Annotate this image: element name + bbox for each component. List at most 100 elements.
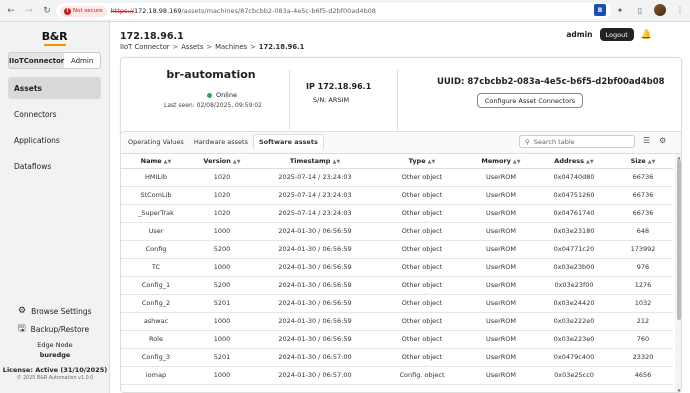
cell-size: 66736 [613, 204, 673, 223]
sidebar-item-connectors[interactable]: Connectors [8, 103, 101, 125]
cell-timestamp: 2024-01-30 / 06:56:59 [253, 240, 377, 259]
copyright: © 2025 B&R Automation v1.0.0 [16, 376, 94, 381]
column-header-name[interactable]: Name ▲▼ [121, 154, 191, 169]
profile-avatar[interactable] [654, 4, 666, 16]
cell-memory: UserROM [467, 348, 535, 367]
table-row[interactable]: Config_1 5200 2024-01-30 / 06:56:59 Other o… [121, 276, 673, 295]
table-row[interactable]: HMILib 1020 2025-07-14 / 23:24:03 Other obj… [121, 168, 673, 187]
machine-name: br-automation [166, 68, 256, 81]
gear-icon[interactable]: ⚙ [659, 136, 666, 145]
cell-address: 0x04740d80 [535, 168, 613, 187]
cell-size: 4656 [613, 366, 673, 385]
logout-button[interactable]: Logout [599, 28, 634, 41]
sidebar-panel-icon[interactable]: ▯ [634, 4, 646, 16]
column-header-version[interactable]: Version ▲▼ [191, 154, 253, 169]
table-row[interactable]: iomap 1000 2024-01-30 / 06:57:00 Config. ob… [121, 366, 673, 385]
column-header-memory[interactable]: Memory ▲▼ [467, 154, 535, 169]
uuid: UUID: 87cbcbb2-083a-4e5c-b6f5-d2bf00ad4b… [437, 77, 665, 87]
back-icon[interactable]: ← [4, 4, 18, 18]
page-title: 172.18.96.1 [120, 31, 184, 42]
cell-memory: UserROM [467, 330, 535, 349]
cell-version: 5200 [191, 276, 253, 295]
cell-name: Config_2 [121, 294, 191, 313]
breadcrumb-iiot-connector[interactable]: IIoT Connector [120, 43, 170, 51]
column-header-type[interactable]: Type ▲▼ [377, 154, 467, 169]
cell-type: Other object [377, 168, 467, 187]
more-menu-icon[interactable]: ⋮ [674, 4, 686, 16]
column-header-address[interactable]: Address ▲▼ [535, 154, 613, 169]
address-bar[interactable]: ! Not secure https://172.18.98.169/asset… [56, 3, 611, 19]
tab-operating-values[interactable]: Operating Values [123, 134, 189, 149]
cell-type: Other object [377, 312, 467, 331]
warning-icon: ! [64, 7, 71, 15]
forward-icon[interactable]: → [22, 4, 36, 18]
cell-memory: UserROM [467, 258, 535, 277]
bell-icon[interactable]: 🔔 [641, 30, 652, 40]
cell-type: Other object [377, 276, 467, 295]
table-body: HMILib 1020 2025-07-14 / 23:24:03 Other obj… [121, 168, 673, 385]
cell-version: 1000 [191, 312, 253, 331]
cell-version: 5201 [191, 348, 253, 367]
breadcrumb: IIoT Connector > Assets > Machines > 172… [120, 43, 304, 51]
tab-hardware-assets[interactable]: Hardware assets [189, 134, 253, 149]
cell-timestamp: 2024-01-30 / 06:57:00 [253, 348, 377, 367]
tab-software-assets[interactable]: Software assets [252, 134, 324, 149]
cell-name: Config_3 [121, 348, 191, 367]
sort-icon: ▲▼ [512, 158, 521, 165]
sidebar-item-assets[interactable]: Assets [8, 77, 101, 99]
table-row[interactable]: StComLib 1020 2025-07-14 / 23:24:03 Other o… [121, 186, 673, 205]
table-row[interactable]: TC 1000 2024-01-30 / 06:56:59 Other object U… [121, 258, 673, 277]
table-row[interactable]: User 1000 2024-01-30 / 06:56:59 Other objec… [121, 222, 673, 241]
puzzle-icon[interactable]: ✦ [614, 4, 626, 16]
cell-type: Other object [377, 222, 467, 241]
cell-address: 0x04761740 [535, 204, 613, 223]
cell-version: 1020 [191, 186, 253, 205]
table-row[interactable]: Config 5200 2024-01-30 / 06:56:59 Other obj… [121, 240, 673, 259]
sidebar-item-applications[interactable]: Applications [8, 129, 101, 151]
column-header-size[interactable]: Size ▲▼ [613, 154, 673, 169]
url-text[interactable]: https://172.18.98.169/assets/machines/87… [111, 7, 376, 15]
cell-timestamp: 2025-07-14 / 23:24:03 [253, 204, 377, 223]
configure-asset-connectors-button[interactable]: Configure Asset Connectors [477, 93, 583, 108]
cell-version: 1000 [191, 330, 253, 349]
sort-icon: ▲▼ [647, 158, 656, 165]
security-indicator[interactable]: ! Not secure [60, 5, 107, 17]
scroll-thumb[interactable] [677, 160, 681, 320]
extension-icon[interactable]: B [594, 4, 606, 16]
search-input[interactable]: ⚲ Search table [519, 135, 635, 148]
brand-logo: B&R [41, 30, 68, 43]
sidebar-item-dataflows[interactable]: Dataflows [8, 155, 101, 177]
cell-type: Other object [377, 330, 467, 349]
cell-version: 1000 [191, 366, 253, 385]
cell-size: 66736 [613, 168, 673, 187]
cell-type: Other object [377, 294, 467, 313]
browse-settings-button[interactable]: ⚙ Browse Settings [0, 302, 110, 320]
table-row[interactable]: _SuperTrak 1020 2025-07-14 / 23:24:03 Other… [121, 204, 673, 223]
breadcrumb-current: 172.18.96.1 [258, 43, 305, 51]
save-icon: 🖫 [18, 324, 26, 334]
breadcrumb-assets[interactable]: Assets [181, 43, 203, 51]
license-status: License: Active (31/10/2025) [2, 366, 108, 374]
search-icon: ⚲ [525, 137, 530, 146]
breadcrumb-machines[interactable]: Machines [215, 43, 247, 51]
column-header-timestamp[interactable]: Timestamp ▲▼ [253, 154, 377, 169]
table-row[interactable]: Config_2 5201 2024-01-30 / 06:56:59 Other o… [121, 294, 673, 313]
cell-address: 0x03e23f00 [535, 276, 613, 295]
cell-version: 1000 [191, 222, 253, 241]
cell-version: 5200 [191, 240, 253, 259]
breadcrumb-separator: > [172, 43, 179, 51]
cell-version: 1000 [191, 258, 253, 277]
tab-admin[interactable]: Admin [64, 53, 100, 68]
cell-name: Role [121, 330, 191, 349]
table-row[interactable]: Config_3 5201 2024-01-30 / 06:57:00 Other o… [121, 348, 673, 367]
scroll-down-icon[interactable]: ▼ [676, 388, 681, 392]
table-row[interactable]: Role 1000 2024-01-30 / 06:56:59 Other objec… [121, 330, 673, 349]
cell-memory: UserROM [467, 186, 535, 205]
reload-icon[interactable]: ↻ [40, 4, 54, 18]
cell-type: Config. object [377, 366, 467, 385]
tab-iiotconnector[interactable]: IIoTConnector [9, 53, 65, 68]
backup-restore-button[interactable]: 🖫 Backup/Restore [0, 320, 110, 338]
user-area: admin Logout 🔔 [566, 28, 652, 41]
filter-settings-icon[interactable]: ☰ [643, 136, 650, 145]
table-row[interactable]: ashwac 1000 2024-01-30 / 06:56:59 Other obj… [121, 312, 673, 331]
